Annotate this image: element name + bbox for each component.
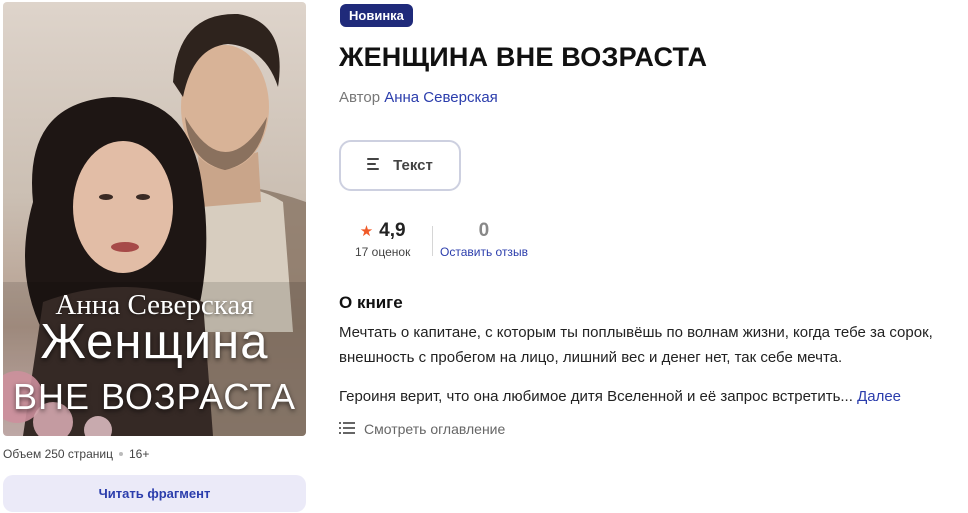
star-icon: ★ [359,223,374,240]
rating-block: ★ 4,9 17 оценок [355,220,410,259]
toc-label: Смотреть оглавление [364,421,506,437]
author-line: Автор Анна Северская [339,89,498,106]
cover-title-line2: ВНЕ ВОЗРАСТА [12,376,297,417]
reviews-count: 0 [478,220,490,241]
author-link[interactable]: Анна Северская [384,89,498,106]
about-paragraph-2-text: Героиня верит, что она любимое дитя Всел… [339,388,853,405]
rating-divider [432,226,433,256]
reviews-block: 0 Оставить отзыв [440,220,528,259]
read-fragment-button[interactable]: Читать фрагмент [3,475,306,512]
text-lines-icon [367,157,381,174]
rating-count: 17 оценок [355,245,411,259]
about-paragraph-1: Мечтать о капитане, с которым ты поплывё… [339,324,933,366]
age-rating: 16+ [128,447,150,461]
new-badge: Новинка [340,4,413,27]
format-text-button[interactable]: Текст [339,140,461,191]
separator-dot [118,452,123,456]
book-cover[interactable]: Анна Северская Женщина ВНЕ ВОЗРАСТА [3,2,306,436]
about-paragraph-2: Героиня верит, что она любимое дитя Всел… [339,384,964,409]
book-title: ЖЕНЩИНА ВНЕ ВОЗРАСТА [339,42,708,72]
author-prefix: Автор [339,89,381,106]
rating-value: 4,9 [379,220,406,241]
more-link[interactable]: Далее [857,388,901,405]
list-icon [339,421,355,437]
cover-illustration [3,13,306,436]
leave-review-link[interactable]: Оставить отзыв [440,245,528,259]
book-meta: Объем 250 страниц 16+ [3,447,149,461]
about-heading: О книге [339,293,403,312]
volume-text: Объем 250 страниц [3,447,113,461]
format-label: Текст [393,157,433,174]
table-of-contents-link[interactable]: Смотреть оглавление [339,421,505,437]
cover-title-line1: Женщина [40,315,269,369]
